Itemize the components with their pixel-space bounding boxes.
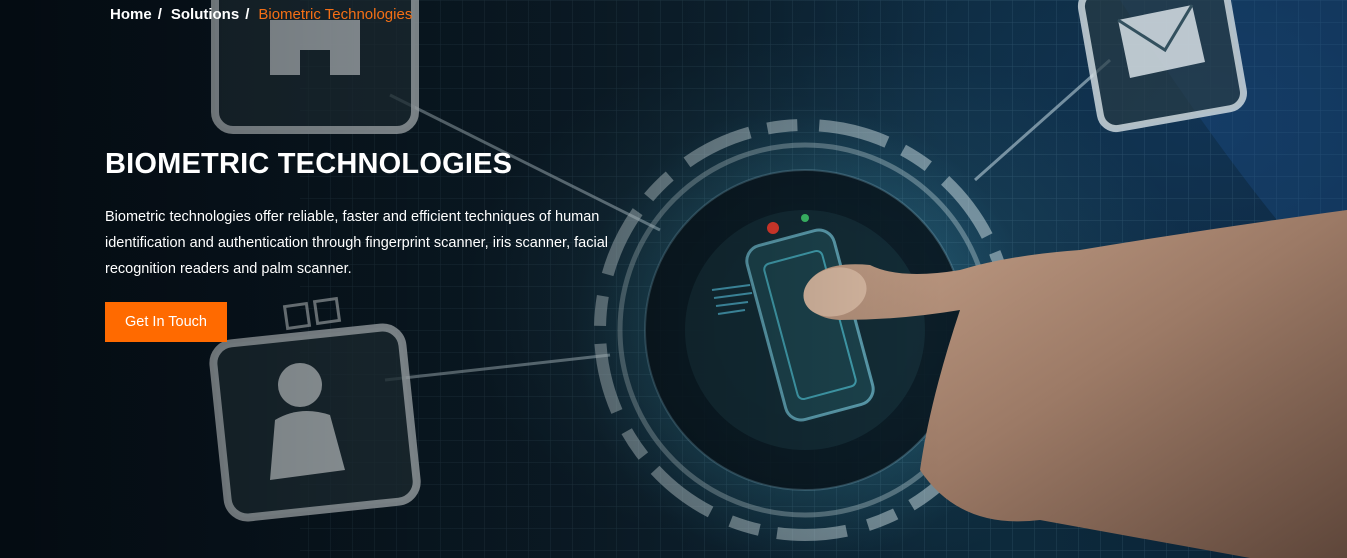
breadcrumb-solutions-link[interactable]: Solutions (171, 6, 239, 23)
breadcrumb-current: Biometric Technologies (258, 6, 413, 23)
breadcrumb-separator: / (245, 6, 250, 23)
page-title: BIOMETRIC TECHNOLOGIES (105, 148, 513, 180)
breadcrumb-home-link[interactable]: Home (110, 6, 152, 23)
breadcrumb-separator: / (157, 6, 162, 23)
breadcrumb: Home / Solutions / Biometric Technologie… (110, 6, 412, 23)
hero-description: Biometric technologies offer reliable, f… (105, 209, 608, 277)
get-in-touch-button[interactable]: Get In Touch (105, 302, 227, 342)
hero-banner: Home / Solutions / Biometric Technologie… (0, 0, 1347, 558)
